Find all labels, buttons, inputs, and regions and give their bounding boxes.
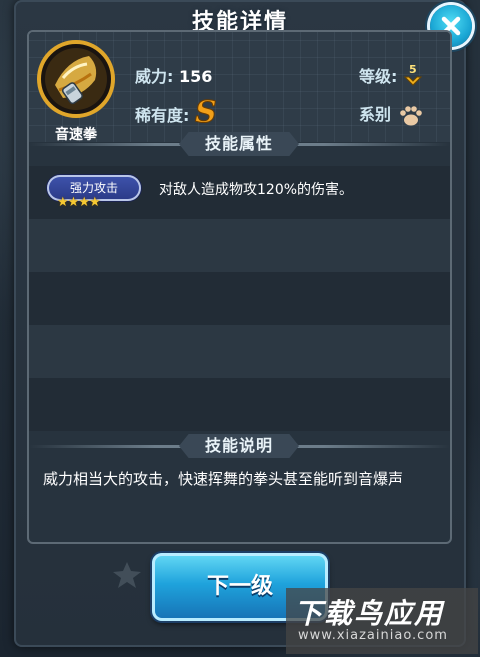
rarity-stat: 稀有度: S xyxy=(135,95,217,134)
skill-info-card: 音速拳 威力: 156 等级: 5 稀有度: S 系别 技能属性 强力攻击 ★★… xyxy=(27,30,452,544)
skill-header: 音速拳 威力: 156 等级: 5 稀有度: S 系别 xyxy=(29,32,450,143)
list-item xyxy=(29,219,450,272)
rarity-label: 稀有度: xyxy=(135,106,190,125)
attributes-section-header: 技能属性 xyxy=(29,132,450,156)
attribute-stars: ★★★★ xyxy=(57,195,101,210)
star-icon: ★ xyxy=(78,195,90,210)
fist-skill-icon xyxy=(37,40,115,118)
list-item xyxy=(29,272,450,325)
skill-description: 威力相当大的攻击，快速挥舞的拳头甚至能听到音爆声 xyxy=(43,470,404,488)
star-icon: ★ xyxy=(67,195,80,210)
description-section-header: 技能说明 xyxy=(29,434,450,458)
list-item xyxy=(29,325,450,378)
background-decor xyxy=(110,560,144,594)
attributes-section-title: 技能属性 xyxy=(179,132,299,156)
star-icon: ★ xyxy=(88,195,101,210)
attribute-effect-text: 对敌人造成物攻120%的伤害。 xyxy=(159,182,354,198)
level-label: 等级: xyxy=(359,67,398,86)
level-stat: 等级: 5 xyxy=(359,63,423,87)
power-stat: 威力: 156 xyxy=(135,63,212,87)
watermark: 下载鸟应用 www.xiazainiao.com xyxy=(286,588,478,654)
paw-icon xyxy=(399,105,422,125)
list-item xyxy=(29,378,450,431)
watermark-title: 下载鸟应用 xyxy=(294,597,445,630)
power-label: 威力: xyxy=(135,67,174,86)
rarity-value: S xyxy=(194,95,217,131)
level-badge: 5 xyxy=(403,63,423,87)
type-label: 系别 xyxy=(359,105,392,124)
level-value: 5 xyxy=(408,62,417,76)
type-stat: 系别 xyxy=(359,101,423,127)
description-section-title: 技能说明 xyxy=(179,434,299,458)
watermark-url: www.xiazainiao.com xyxy=(298,628,448,643)
power-value: 156 xyxy=(178,67,213,86)
star-icon: ★ xyxy=(57,195,69,210)
